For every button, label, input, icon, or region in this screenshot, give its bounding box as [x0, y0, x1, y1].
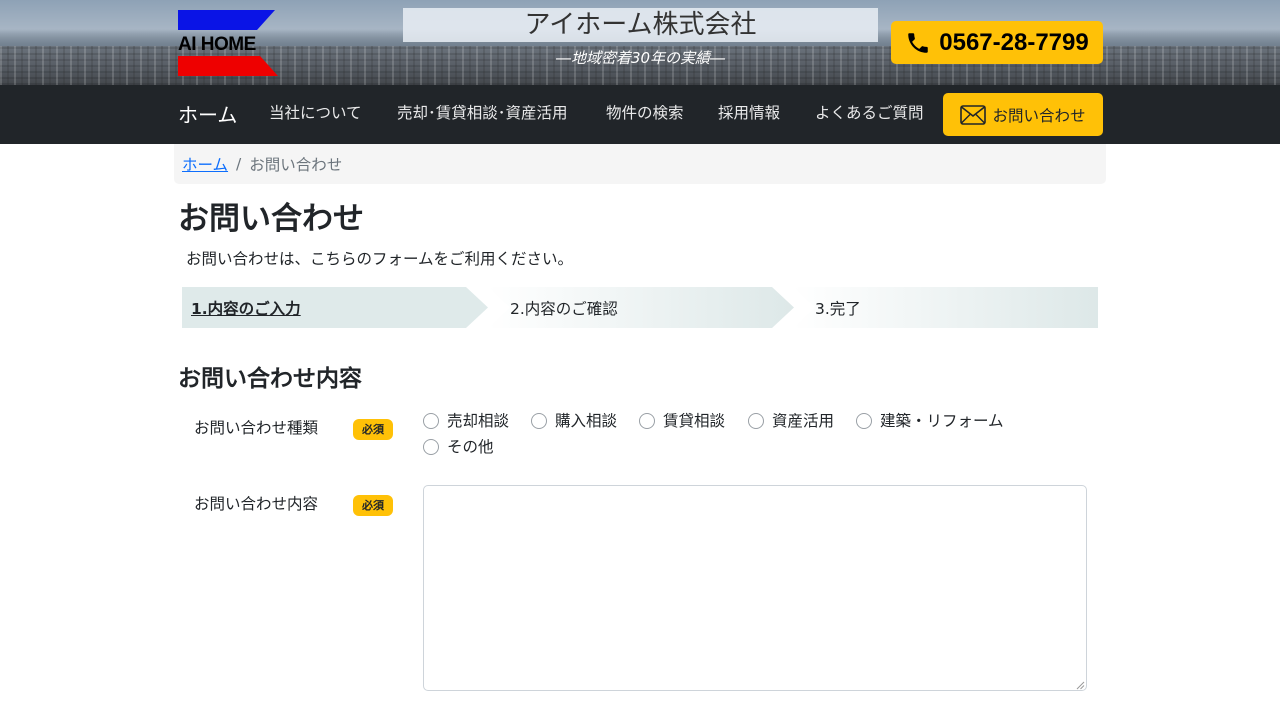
nav-item-consulting[interactable]: 売却･賃貸相談･資産活用	[397, 102, 568, 124]
step-complete-label: 3.完了	[815, 299, 861, 318]
resize-grip-icon[interactable]	[1076, 681, 1085, 690]
inquiry-content-label: お問い合わせ内容	[194, 495, 319, 513]
nav-item-about[interactable]: 当社について	[269, 102, 362, 124]
radio-option-purchase[interactable]: 購入相談	[531, 410, 617, 432]
phone-number: 0567-28-7799	[939, 28, 1089, 56]
radio-option-label: 資産活用	[772, 412, 835, 430]
radio-option-renovation[interactable]: 建築・リフォーム	[856, 410, 1004, 432]
inquiry-content-textarea[interactable]	[423, 485, 1087, 691]
radio-circle[interactable]	[423, 413, 439, 429]
breadcrumb: ホーム / お問い合わせ	[174, 144, 1106, 184]
phone-button[interactable]: 0567-28-7799	[891, 21, 1103, 64]
breadcrumb-home-link[interactable]: ホーム	[182, 153, 228, 175]
nav-contact-button[interactable]: お問い合わせ	[943, 93, 1103, 136]
page-description: お問い合わせは、こちらのフォームをご利用ください。	[186, 250, 574, 268]
required-badge: 必須	[353, 419, 393, 440]
required-badge: 必須	[353, 495, 393, 516]
page-title: お問い合わせ	[178, 201, 364, 237]
nav-item-property-search[interactable]: 物件の検索	[606, 102, 684, 124]
step-confirm: 2.内容のご確認	[488, 287, 794, 328]
nav-brand-home[interactable]: ホーム	[178, 101, 237, 129]
step-input: 1.内容のご入力	[182, 287, 488, 328]
step-confirm-label: 2.内容のご確認	[510, 299, 618, 318]
main-navbar: ホーム 当社について 売却･賃貸相談･資産活用 物件の検索 採用情報 よくあるご…	[0, 85, 1280, 144]
company-name: アイホーム株式会社	[403, 8, 878, 42]
radio-circle[interactable]	[856, 413, 872, 429]
breadcrumb-current: お問い合わせ	[249, 156, 343, 174]
radio-circle[interactable]	[639, 413, 655, 429]
mail-icon	[960, 104, 987, 125]
nav-item-faq[interactable]: よくあるご質問	[815, 102, 924, 124]
phone-icon	[908, 32, 929, 53]
radio-option-label: 購入相談	[555, 412, 618, 430]
nav-contact-label: お問い合わせ	[992, 106, 1086, 125]
radio-circle[interactable]	[531, 413, 547, 429]
radio-option-label: その他	[447, 438, 494, 456]
nav-item-recruit[interactable]: 採用情報	[718, 102, 780, 124]
logo-text: AI HOME	[178, 34, 256, 55]
logo-red-stripe	[178, 56, 278, 76]
radio-option-label: 建築・リフォーム	[880, 412, 1004, 430]
radio-option-sale[interactable]: 売却相談	[423, 410, 509, 432]
company-tagline: ―地域密着30年の実績―	[555, 49, 726, 67]
step-input-label: 1.内容のご入力	[191, 299, 301, 318]
radio-option-other[interactable]: その他	[423, 436, 494, 458]
section-title: お問い合わせ内容	[178, 366, 362, 392]
radio-option-rental[interactable]: 賃貸相談	[639, 410, 725, 432]
step-complete: 3.完了	[793, 287, 1098, 328]
breadcrumb-separator: /	[236, 155, 242, 173]
radio-option-label: 売却相談	[447, 412, 510, 430]
form-steps: 1.内容のご入力 2.内容のご確認 3.完了	[182, 287, 1098, 328]
radio-circle[interactable]	[748, 413, 764, 429]
logo-blue-stripe	[178, 10, 275, 30]
radio-option-label: 賃貸相談	[663, 412, 726, 430]
radio-option-asset[interactable]: 資産活用	[748, 410, 834, 432]
inquiry-type-label: お問い合わせ種類	[194, 419, 319, 437]
site-logo[interactable]: AI HOME	[178, 10, 278, 77]
radio-circle[interactable]	[423, 439, 439, 455]
